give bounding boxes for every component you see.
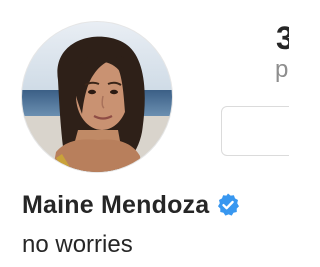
profile-bio: no worries [22, 231, 133, 258]
name-row: Maine Mendoza [22, 192, 241, 218]
post-count-label: p [275, 56, 289, 83]
post-count: 3 [276, 20, 289, 56]
verified-badge-icon [215, 192, 241, 218]
profile-photo-icon [22, 22, 172, 172]
follow-button[interactable] [221, 106, 289, 156]
display-name: Maine Mendoza [22, 190, 210, 219]
profile-avatar[interactable] [21, 21, 173, 173]
profile-header: 3 p Maine Mendoza no worries [0, 0, 289, 267]
